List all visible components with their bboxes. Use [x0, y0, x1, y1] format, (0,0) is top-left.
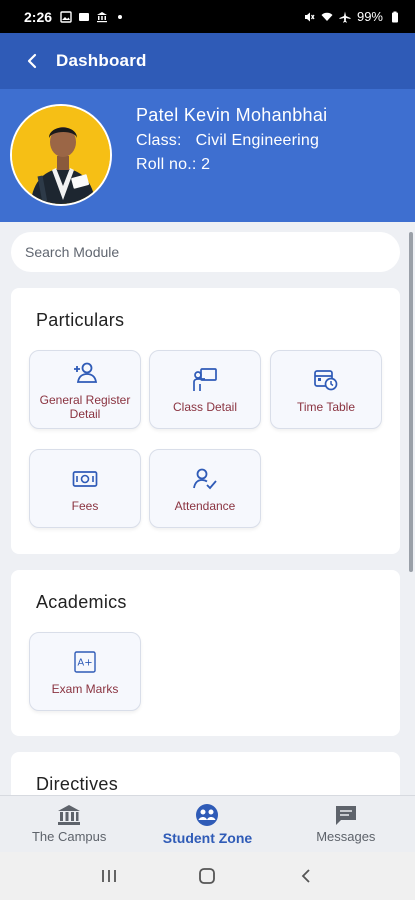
tile-label: Time Table [296, 399, 356, 414]
nav-messages[interactable]: Messages [277, 796, 415, 852]
content-area[interactable]: Search Module Particulars General Regist… [0, 222, 415, 795]
nav-label: Student Zone [162, 829, 253, 846]
search-input[interactable]: Search Module [11, 232, 400, 272]
tile-class-detail[interactable]: Class Detail [149, 350, 261, 429]
chevron-left-icon [301, 869, 310, 883]
system-nav-bar [0, 852, 415, 900]
student-photo [12, 106, 110, 204]
student-zone-icon [196, 803, 219, 826]
tile-label: Class Detail [172, 399, 238, 414]
academics-card: Academics A+ Exam Marks [11, 570, 400, 736]
app-bar: Dashboard [0, 33, 415, 89]
bottom-nav: The Campus Student Zone Messages [0, 795, 415, 852]
class-row: Class: Civil Engineering [136, 132, 327, 150]
tile-label: General Register Detail [39, 392, 131, 421]
tile-time-table[interactable]: Time Table [270, 350, 382, 429]
photo-icon [79, 12, 90, 21]
student-name: Patel Kevin Mohanbhai [136, 105, 328, 125]
notification-icons [60, 10, 126, 23]
tile-label: Exam Marks [51, 681, 119, 696]
search-placeholder: Search Module [25, 244, 120, 260]
calendar-clock-icon [312, 366, 340, 394]
tile-exam-marks[interactable]: A+ Exam Marks [29, 632, 141, 711]
scrollbar[interactable] [409, 232, 413, 572]
tile-label: Attendance [174, 498, 236, 513]
airplane-icon [339, 11, 351, 23]
section-title-academics: Academics [36, 592, 127, 612]
directives-card: Directives [11, 752, 400, 795]
money-icon [71, 465, 99, 493]
recent-apps-button[interactable] [89, 856, 129, 896]
mute-icon [304, 12, 315, 21]
section-title-directives: Directives [36, 774, 119, 794]
messages-icon [335, 806, 356, 825]
system-back-button[interactable] [286, 856, 326, 896]
campus-icon [58, 805, 81, 825]
avatar [10, 104, 112, 206]
add-user-icon [71, 359, 99, 387]
section-title-particulars: Particulars [36, 310, 125, 330]
back-button[interactable] [18, 47, 46, 75]
class-label: Class: [136, 132, 182, 149]
nav-label: The Campus [31, 829, 107, 844]
battery-icon [392, 11, 398, 22]
tile-general-register-detail[interactable]: General Register Detail [29, 350, 141, 429]
profile-info: Patel Kevin Mohanbhai Class: Civil Engine… [136, 105, 327, 180]
nav-student-zone[interactable]: Student Zone [138, 796, 276, 852]
status-bar: 2:26 99% [0, 0, 415, 33]
roll-number: Roll no.: 2 [136, 156, 211, 173]
chevron-left-icon [27, 53, 37, 69]
grade-icon: A+ [71, 648, 99, 676]
svg-text:A+: A+ [77, 657, 92, 668]
dot-icon [118, 14, 123, 19]
tile-label: Fees [71, 498, 99, 513]
recents-icon [102, 870, 117, 882]
battery-text: 99% [356, 9, 383, 24]
particulars-card: Particulars General Register Detail Clas… [11, 288, 400, 554]
profile-header: Patel Kevin Mohanbhai Class: Civil Engine… [0, 89, 415, 222]
nav-label: Messages [316, 829, 376, 844]
tile-fees[interactable]: Fees [29, 449, 141, 528]
status-time: 2:26 [24, 8, 53, 25]
home-icon [199, 868, 216, 884]
system-icons: 99% [303, 9, 401, 24]
class-value: Civil Engineering [195, 132, 320, 149]
class-presenter-icon [191, 366, 219, 394]
home-button[interactable] [187, 856, 227, 896]
wifi-icon [321, 12, 333, 21]
bank-icon [97, 11, 108, 22]
nav-the-campus[interactable]: The Campus [0, 796, 138, 852]
page-title: Dashboard [56, 51, 147, 70]
user-check-icon [191, 465, 219, 493]
gallery-icon [60, 10, 72, 23]
tile-attendance[interactable]: Attendance [149, 449, 261, 528]
